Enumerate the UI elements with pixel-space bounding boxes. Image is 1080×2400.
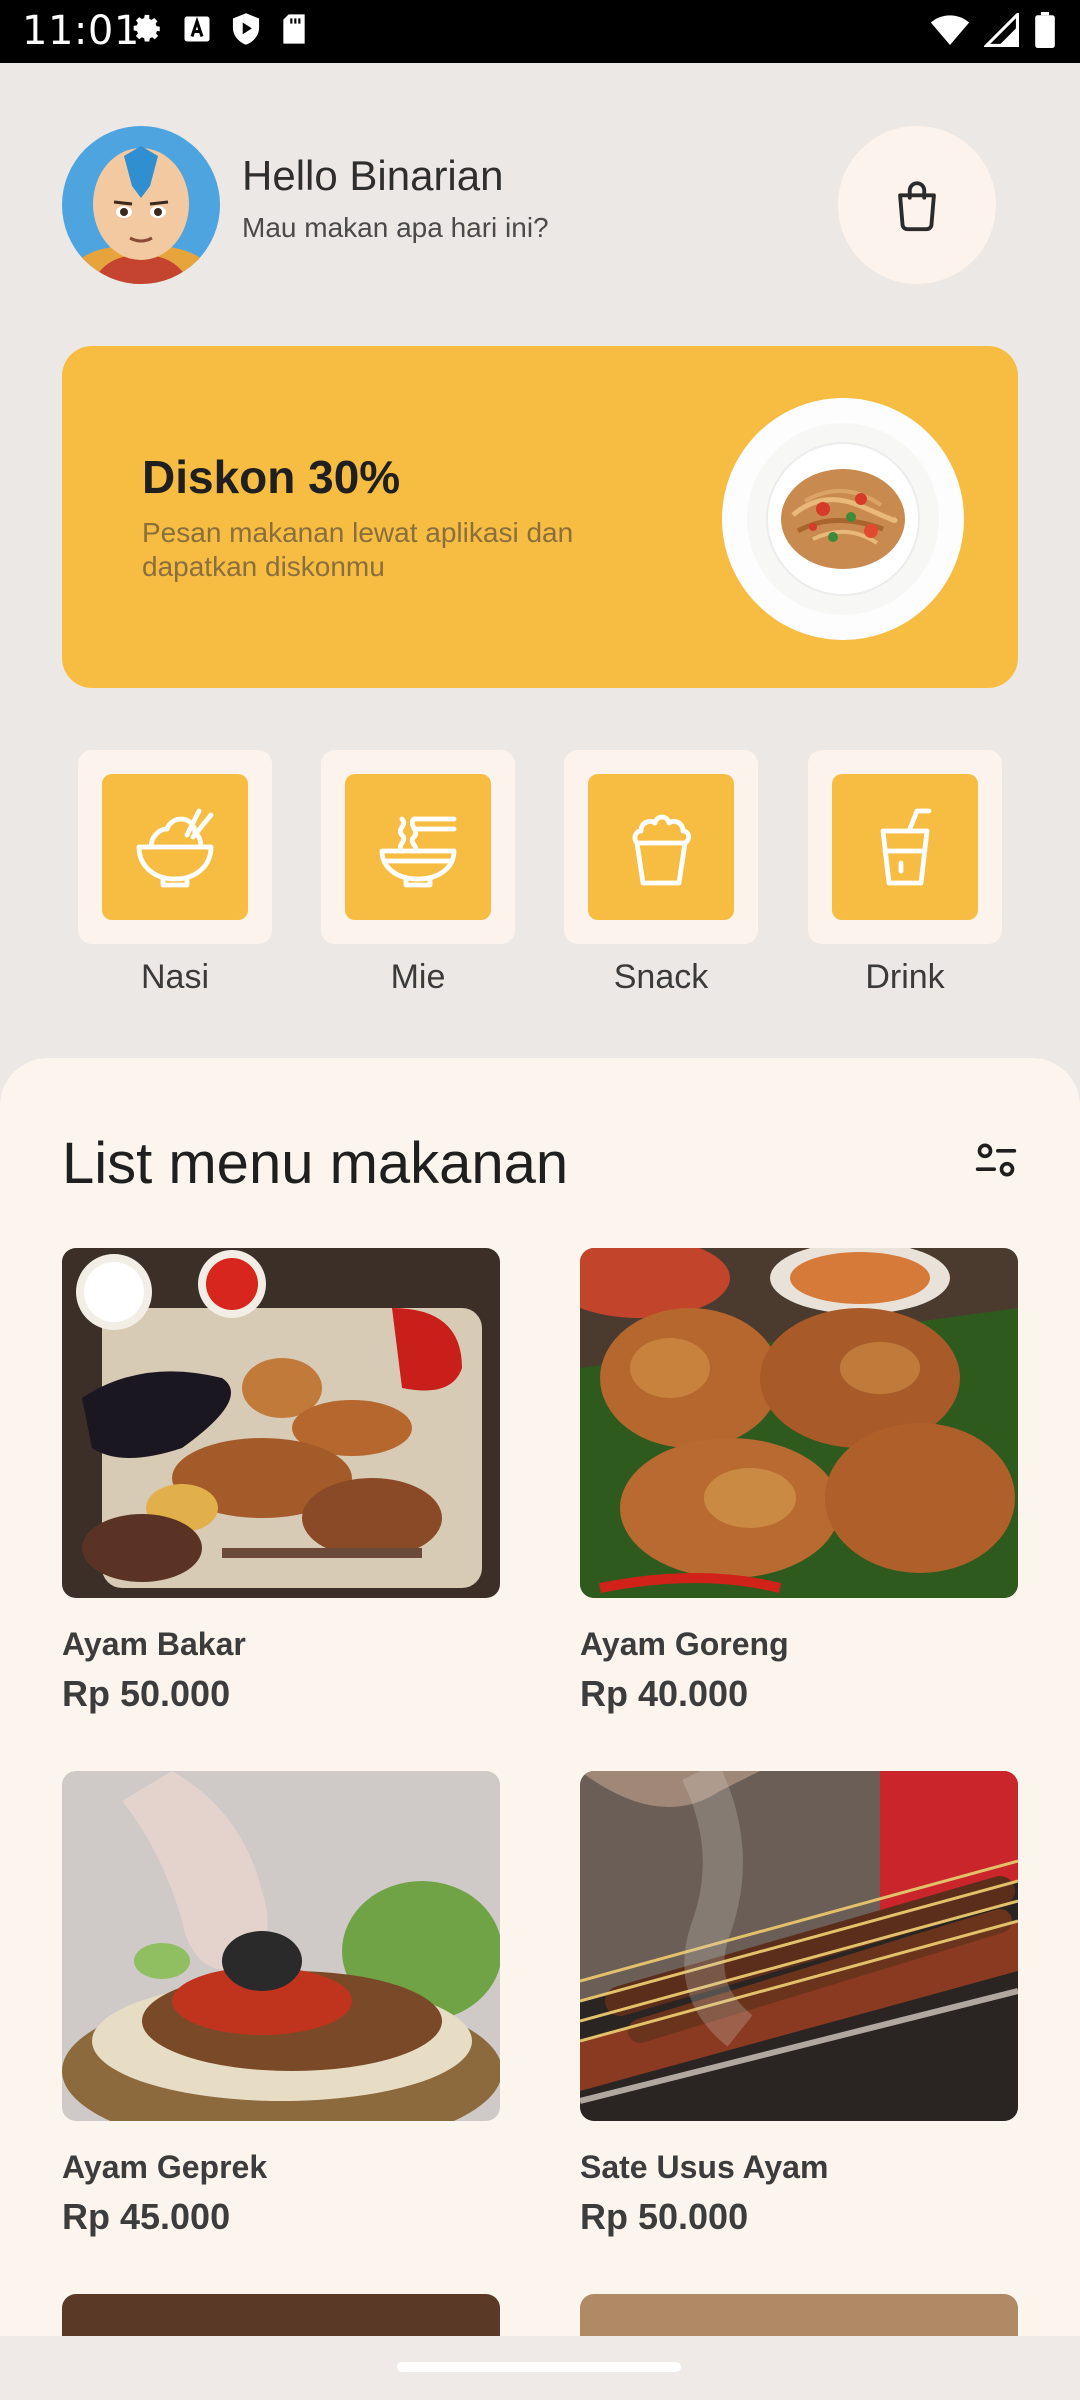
wifi-icon <box>930 15 970 45</box>
menu-section-title: List menu makanan <box>62 1131 569 1196</box>
category-icon-bg <box>102 774 248 920</box>
gear-icon <box>133 14 160 42</box>
status-bar: 11:01 <box>0 0 1080 63</box>
menu-image <box>580 1771 1018 2121</box>
category-tile[interactable] <box>78 750 272 944</box>
font-app-icon <box>184 16 210 42</box>
cart-button[interactable] <box>838 126 996 284</box>
category-label: Drink <box>865 958 945 996</box>
menu-price: Rp 50.000 <box>580 2196 749 2237</box>
menu-image <box>62 1248 500 1598</box>
category-icon-bg <box>345 774 491 920</box>
rice-bowl-icon <box>136 808 214 888</box>
popcorn-icon <box>632 814 691 886</box>
home-gesture-handle[interactable] <box>397 2362 681 2372</box>
menu-sheet: List menu makanan Ayam Bakar Rp 50.000 A… <box>0 1058 1080 2338</box>
category-label: Snack <box>613 958 709 996</box>
menu-card-ayam-geprek[interactable]: Ayam Geprek Rp 45.000 <box>62 1771 500 2241</box>
menu-card-ayam-goreng[interactable]: Ayam Goreng Rp 40.000 <box>580 1248 1018 1718</box>
menu-image <box>62 1771 500 2121</box>
category-drink[interactable]: Drink <box>808 750 1002 997</box>
noodle-bowl-icon <box>379 816 457 888</box>
category-icon-bg <box>832 774 978 920</box>
category-nasi[interactable]: Nasi <box>78 750 272 997</box>
status-system <box>930 12 1056 48</box>
category-list: Nasi Mie Snack Drink <box>78 750 1002 1000</box>
menu-price: Rp 50.000 <box>62 1673 231 1714</box>
greeting-title: Hello Binarian <box>242 152 504 199</box>
menu-card-ayam-bakar[interactable]: Ayam Bakar Rp 50.000 <box>62 1248 500 1718</box>
category-label: Mie <box>390 958 446 996</box>
menu-image <box>580 1248 1018 1598</box>
drink-cup-icon <box>880 808 932 886</box>
signal-icon <box>984 13 1019 47</box>
header: Hello Binarian Mau makan apa hari ini? <box>62 126 996 284</box>
category-tile[interactable] <box>321 750 515 944</box>
avatar[interactable] <box>62 126 220 284</box>
filter-icon[interactable] <box>974 1138 1018 1182</box>
status-notifications <box>130 12 308 46</box>
category-label: Nasi <box>140 958 210 996</box>
promo-title: Diskon 30% <box>142 451 401 503</box>
category-mie[interactable]: Mie <box>321 750 515 997</box>
promo-banner[interactable]: Diskon 30% Pesan makanan lewat aplikasi … <box>62 346 1018 688</box>
menu-card-sate-usus-ayam[interactable]: Sate Usus Ayam Rp 50.000 <box>580 1771 1018 2241</box>
status-time: 11:01 <box>22 8 140 54</box>
menu-image <box>580 2294 1018 2338</box>
menu-price: Rp 45.000 <box>62 2196 231 2237</box>
greeting-subtitle: Mau makan apa hari ini? <box>242 212 549 243</box>
menu-image <box>62 2294 500 2338</box>
menu-name: Ayam Goreng <box>580 1626 789 1662</box>
category-tile[interactable] <box>808 750 1002 944</box>
shield-play-icon <box>232 13 260 45</box>
battery-icon <box>1035 12 1055 48</box>
sd-card-icon <box>283 14 305 44</box>
promo-food-image <box>722 398 964 640</box>
menu-name: Sate Usus Ayam <box>580 2149 829 2185</box>
menu-name: Ayam Geprek <box>62 2149 268 2185</box>
menu-card-partial[interactable] <box>62 2294 500 2338</box>
menu-name: Ayam Bakar <box>62 1626 246 1662</box>
category-icon-bg <box>588 774 734 920</box>
gesture-nav-bar <box>0 2336 1080 2400</box>
menu-price: Rp 40.000 <box>580 1673 749 1714</box>
promo-description: Pesan makanan lewat aplikasi dan dapatka… <box>142 517 574 582</box>
menu-card-partial[interactable] <box>580 2294 1018 2338</box>
category-snack[interactable]: Snack <box>564 750 758 997</box>
category-tile[interactable] <box>564 750 758 944</box>
shopping-bag-icon <box>898 181 936 232</box>
